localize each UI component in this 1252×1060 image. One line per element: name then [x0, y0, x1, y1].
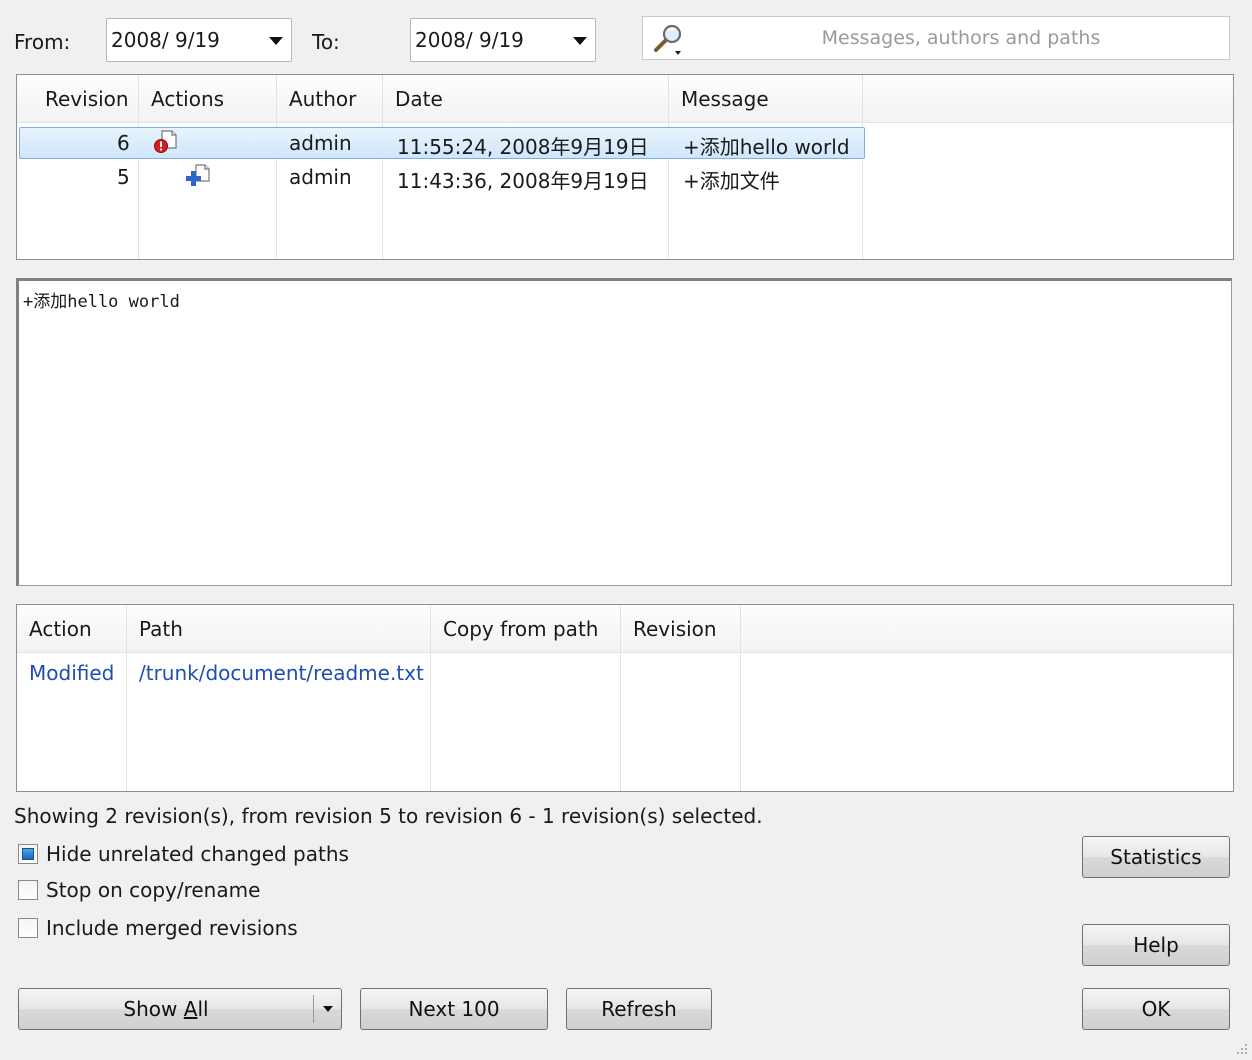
revision-cell: 5 — [117, 165, 130, 189]
status-text: Showing 2 revision(s), from revision 5 t… — [14, 804, 763, 828]
log-message-view[interactable]: +添加hello world — [16, 278, 1232, 586]
column-header-filler — [863, 75, 1233, 123]
column-header-actions[interactable]: Actions — [139, 75, 277, 123]
hide-unrelated-paths-label[interactable]: Hide unrelated changed paths — [46, 842, 349, 866]
statistics-button[interactable]: Statistics — [1082, 836, 1230, 878]
hide-unrelated-paths-checkbox[interactable] — [18, 844, 38, 864]
show-all-split-button[interactable]: Show All — [18, 988, 342, 1030]
chevron-down-icon[interactable] — [323, 1006, 333, 1012]
column-header-revision[interactable]: Revision — [621, 605, 741, 653]
column-header-action[interactable]: Action — [17, 605, 127, 653]
changed-paths-list[interactable]: Action Path Copy from path Revision Modi… — [16, 604, 1234, 792]
added-file-icon — [185, 163, 211, 194]
column-header-date[interactable]: Date — [383, 75, 669, 123]
help-button[interactable]: Help — [1082, 924, 1230, 966]
show-all-accelerator: A — [183, 997, 198, 1021]
from-label: From: — [14, 30, 71, 54]
chevron-down-icon[interactable] — [573, 37, 587, 45]
column-divider — [740, 605, 741, 791]
path-cell[interactable]: /trunk/document/readme.txt — [139, 661, 424, 685]
refresh-button[interactable]: Refresh — [566, 988, 712, 1030]
show-all-label[interactable]: Show All — [19, 997, 313, 1021]
split-divider — [313, 995, 314, 1023]
column-header-copy-from-path[interactable]: Copy from path — [431, 605, 621, 653]
revision-list[interactable]: Revision Actions Author Date Message 6 a… — [16, 74, 1234, 260]
revision-cell: 6 — [117, 131, 130, 155]
column-header-filler — [741, 605, 1233, 653]
include-merged-label[interactable]: Include merged revisions — [46, 916, 298, 940]
path-action-cell[interactable]: Modified — [29, 661, 114, 685]
chevron-down-icon[interactable] — [269, 37, 283, 45]
column-divider — [430, 605, 431, 791]
to-label: To: — [312, 30, 340, 54]
to-date-picker[interactable]: 2008/ 9/19 — [410, 18, 596, 62]
column-header-author[interactable]: Author — [277, 75, 383, 123]
column-divider — [620, 605, 621, 791]
search-icon[interactable] — [651, 23, 687, 62]
message-cell: +添加文件 — [683, 169, 780, 193]
author-cell: admin — [289, 131, 352, 155]
date-cell: 11:55:24, 2008年9月19日 — [397, 135, 649, 159]
column-header-revision[interactable]: Revision — [17, 75, 139, 123]
ok-button[interactable]: OK — [1082, 988, 1230, 1030]
search-input[interactable] — [693, 17, 1229, 59]
show-all-label-suffix: ll — [197, 997, 209, 1021]
resize-grip-icon[interactable] — [1236, 1036, 1248, 1054]
column-divider — [126, 605, 127, 791]
log-message-text: +添加hello world — [23, 292, 180, 312]
column-header-message[interactable]: Message — [669, 75, 863, 123]
column-header-path[interactable]: Path — [127, 605, 431, 653]
to-date-value: 2008/ 9/19 — [415, 28, 524, 52]
search-box[interactable] — [642, 16, 1230, 60]
include-merged-checkbox[interactable] — [18, 918, 38, 938]
date-cell: 11:43:36, 2008年9月19日 — [397, 169, 649, 193]
message-cell: +添加hello world — [683, 135, 850, 159]
next-100-button[interactable]: Next 100 — [360, 988, 548, 1030]
show-all-label-text: Show — [123, 997, 184, 1021]
stop-on-copy-label[interactable]: Stop on copy/rename — [46, 878, 260, 902]
from-date-picker[interactable]: 2008/ 9/19 — [106, 18, 292, 62]
author-cell: admin — [289, 165, 352, 189]
from-date-value: 2008/ 9/19 — [111, 28, 220, 52]
modified-file-icon — [153, 129, 179, 160]
stop-on-copy-checkbox[interactable] — [18, 880, 38, 900]
